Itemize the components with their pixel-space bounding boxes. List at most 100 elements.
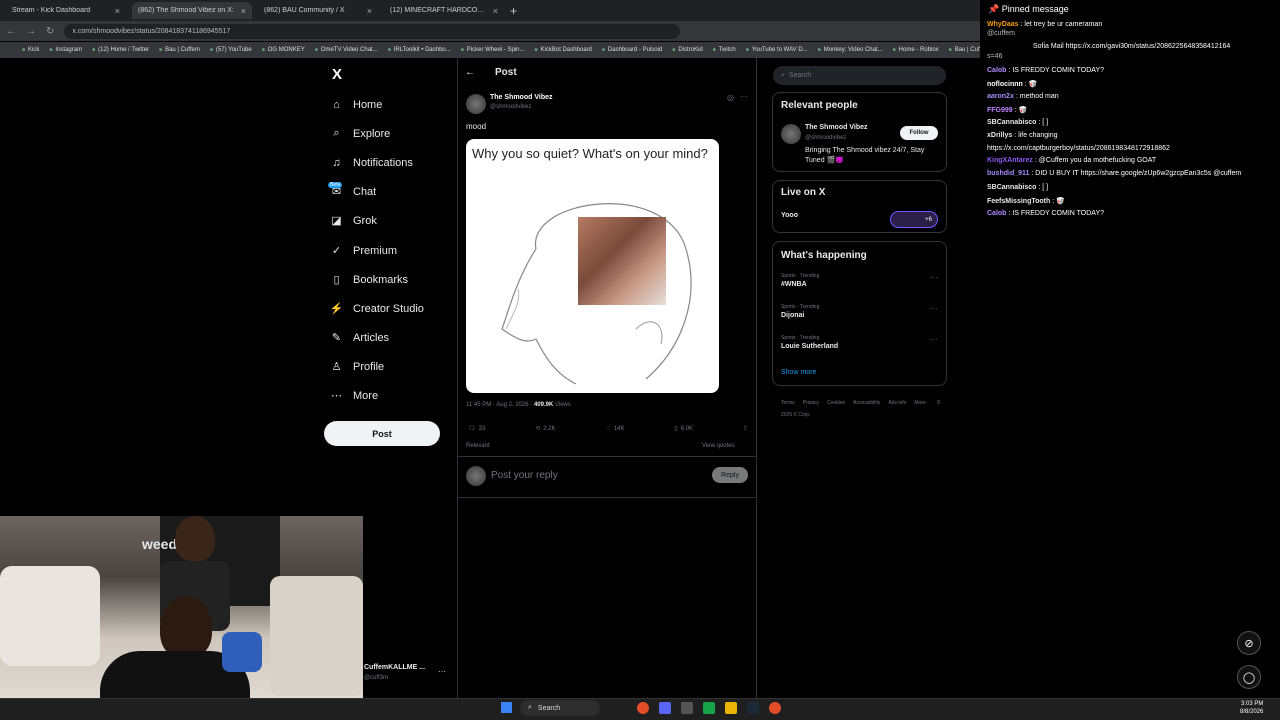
reload-icon[interactable]: ↻ <box>46 26 54 37</box>
bookmark-item[interactable]: KickBot Dashboard <box>534 47 592 53</box>
post-button[interactable]: Post <box>324 421 440 446</box>
nav-item-articles[interactable]: ✎ Articles <box>330 331 389 345</box>
chat-username[interactable]: SBCannabisco <box>987 184 1036 191</box>
footer-link[interactable]: Terms <box>781 400 795 406</box>
browser-tab[interactable]: (862) BAU Community / X × <box>258 2 378 19</box>
discord-icon[interactable] <box>659 702 671 714</box>
search-input[interactable]: ⌕ Search <box>773 66 946 85</box>
steam-icon[interactable] <box>747 702 759 714</box>
bookmark-item[interactable]: Picker Wheel - Spin... <box>461 47 525 53</box>
footer-link[interactable]: Privacy <box>803 400 819 406</box>
grok-float-icon[interactable]: ⊘ <box>1237 631 1261 655</box>
nav-item-notifications[interactable]: ♫ Notifications <box>330 156 413 169</box>
reply-button[interactable]: 🗨 33 <box>468 425 485 433</box>
chat-username[interactable]: bushdid_911 <box>987 170 1029 177</box>
more-icon[interactable]: ··· <box>930 273 938 282</box>
browser-tab[interactable]: Stream - Kick Dashboard × <box>6 2 126 19</box>
relevant-filter[interactable]: Relevant <box>466 443 490 449</box>
more-icon[interactable]: ··· <box>930 335 938 344</box>
avatar[interactable] <box>781 124 801 144</box>
footer-link[interactable]: Accessibility <box>853 400 880 406</box>
bookmark-item[interactable]: OmeTV Video Chat... <box>315 47 378 53</box>
footer-link[interactable]: More · <box>914 400 928 406</box>
nav-item-grok[interactable]: ◪ Grok <box>330 214 377 228</box>
bookmark-item[interactable]: YouTube to WAV D... <box>746 47 808 53</box>
more-icon[interactable]: ··· <box>740 92 748 101</box>
avatar[interactable] <box>466 94 486 114</box>
browser-tab-active[interactable]: (862) The Shmood Vibez on X: × <box>132 2 252 19</box>
chat-username[interactable]: SBCannabisco <box>987 119 1036 126</box>
live-avatars[interactable]: +6 <box>890 211 938 228</box>
post-image[interactable]: Why you so quiet? What's on your mind? <box>466 139 719 393</box>
account-name[interactable]: CuffemKALLME ... <box>364 664 425 671</box>
kick-icon[interactable] <box>703 702 715 714</box>
nav-item-premium[interactable]: ✓ Premium <box>330 244 397 258</box>
folder-icon[interactable] <box>725 702 737 714</box>
nav-item-explore[interactable]: ⌕ Explore <box>330 127 390 140</box>
app-icon[interactable] <box>681 702 693 714</box>
browser-tab[interactable]: (12) MINECRAFT HARDCORE A... × <box>384 2 504 19</box>
trend-item[interactable]: Sports · Trending Dijonai <box>781 304 819 319</box>
like-button[interactable]: ♡ 14K <box>605 425 624 433</box>
close-icon[interactable]: × <box>241 6 246 16</box>
messages-float-icon[interactable]: ◯ <box>1237 665 1261 689</box>
bookmark-item[interactable]: Dashboard - Pulsoid <box>602 47 662 53</box>
nav-item-bookmarks[interactable]: ▯ Bookmarks <box>330 273 408 287</box>
bookmark-item[interactable]: OG MONKEY <box>262 47 305 53</box>
follow-button[interactable]: Follow <box>900 126 938 140</box>
bookmark-button[interactable]: ▯ 6.0K <box>674 425 693 433</box>
nav-item-creator-studio[interactable]: ⚡ Creator Studio <box>330 302 424 316</box>
reply-submit-button[interactable]: Reply <box>712 467 748 483</box>
author-handle[interactable]: @shmoodvibez <box>490 104 531 110</box>
bookmark-item[interactable]: Twitch <box>713 47 736 53</box>
more-icon[interactable]: ··· <box>438 667 446 676</box>
chrome-icon[interactable] <box>769 702 781 714</box>
forward-icon[interactable]: → <box>26 26 36 37</box>
bookmark-item[interactable]: Bau | Cuffem <box>159 47 200 53</box>
close-icon[interactable]: × <box>115 6 120 16</box>
chat-username[interactable]: KingXAntarez <box>987 157 1033 164</box>
share-button[interactable]: ⇪ <box>743 425 748 432</box>
bookmark-item[interactable]: Kick <box>22 47 39 53</box>
new-tab-button[interactable]: + <box>510 4 517 18</box>
chat-username[interactable]: Calob <box>987 67 1006 74</box>
trend-item[interactable]: Sports · Trending #WNBA <box>781 273 819 288</box>
bookmark-item[interactable]: Instagram <box>49 47 82 53</box>
show-more-link[interactable]: Show more <box>781 369 816 376</box>
close-icon[interactable]: × <box>493 6 498 16</box>
x-logo[interactable]: X <box>332 66 342 83</box>
windows-start-icon[interactable] <box>501 702 512 713</box>
bookmark-item[interactable]: IRLToolkit • Dashbo... <box>388 47 451 53</box>
bookmark-item[interactable]: (12) Home / Twitter <box>92 47 149 53</box>
view-quotes-link[interactable]: View quotes <box>702 443 735 449</box>
chat-username[interactable]: noflocinnn <box>987 81 1023 88</box>
trend-item[interactable]: Sports · Trending Louie Sutherland <box>781 335 838 350</box>
chat-username[interactable]: Calob <box>987 210 1006 217</box>
reply-input[interactable]: Post your reply <box>491 470 558 481</box>
bookmark-item[interactable]: DistroKid <box>672 47 702 53</box>
nav-item-more[interactable]: ⋯ More <box>330 389 378 403</box>
bookmark-item[interactable]: Home - Roblox <box>893 47 939 53</box>
chrome-icon[interactable] <box>637 702 649 714</box>
bookmark-item[interactable]: (57) YouTube <box>210 47 252 53</box>
chat-username[interactable]: xDrillys <box>987 132 1012 139</box>
person-name[interactable]: The Shmood Vibez <box>805 124 868 131</box>
footer-link[interactable]: Cookies <box>827 400 845 406</box>
author-name[interactable]: The Shmood Vibez <box>490 94 553 101</box>
nav-item-profile[interactable]: ♙ Profile <box>330 360 385 374</box>
back-icon[interactable]: ← <box>6 26 16 37</box>
close-icon[interactable]: × <box>367 6 372 16</box>
bookmark-item[interactable]: Bau | Cuffem <box>949 47 980 53</box>
chat-username[interactable]: FeefsMissingTooth <box>987 198 1050 205</box>
chat-username[interactable]: aaron2x <box>987 93 1014 100</box>
more-icon[interactable]: ··· <box>930 304 938 313</box>
repost-button[interactable]: ⟲ 2.2K <box>535 425 555 433</box>
live-item[interactable]: Yooo <box>781 212 798 219</box>
nav-item-home[interactable]: ⌂ Home <box>330 98 382 111</box>
back-icon[interactable]: ← <box>465 67 475 78</box>
url-field[interactable]: x.com/shmoodvibez/status/208418374118694… <box>64 23 680 39</box>
grok-icon[interactable]: ◎ <box>727 93 734 102</box>
bookmark-item[interactable]: Monkey: Video Chat... <box>818 47 883 53</box>
chat-username[interactable]: WhyDaas <box>987 21 1019 28</box>
footer-link[interactable]: Ads info <box>888 400 906 406</box>
